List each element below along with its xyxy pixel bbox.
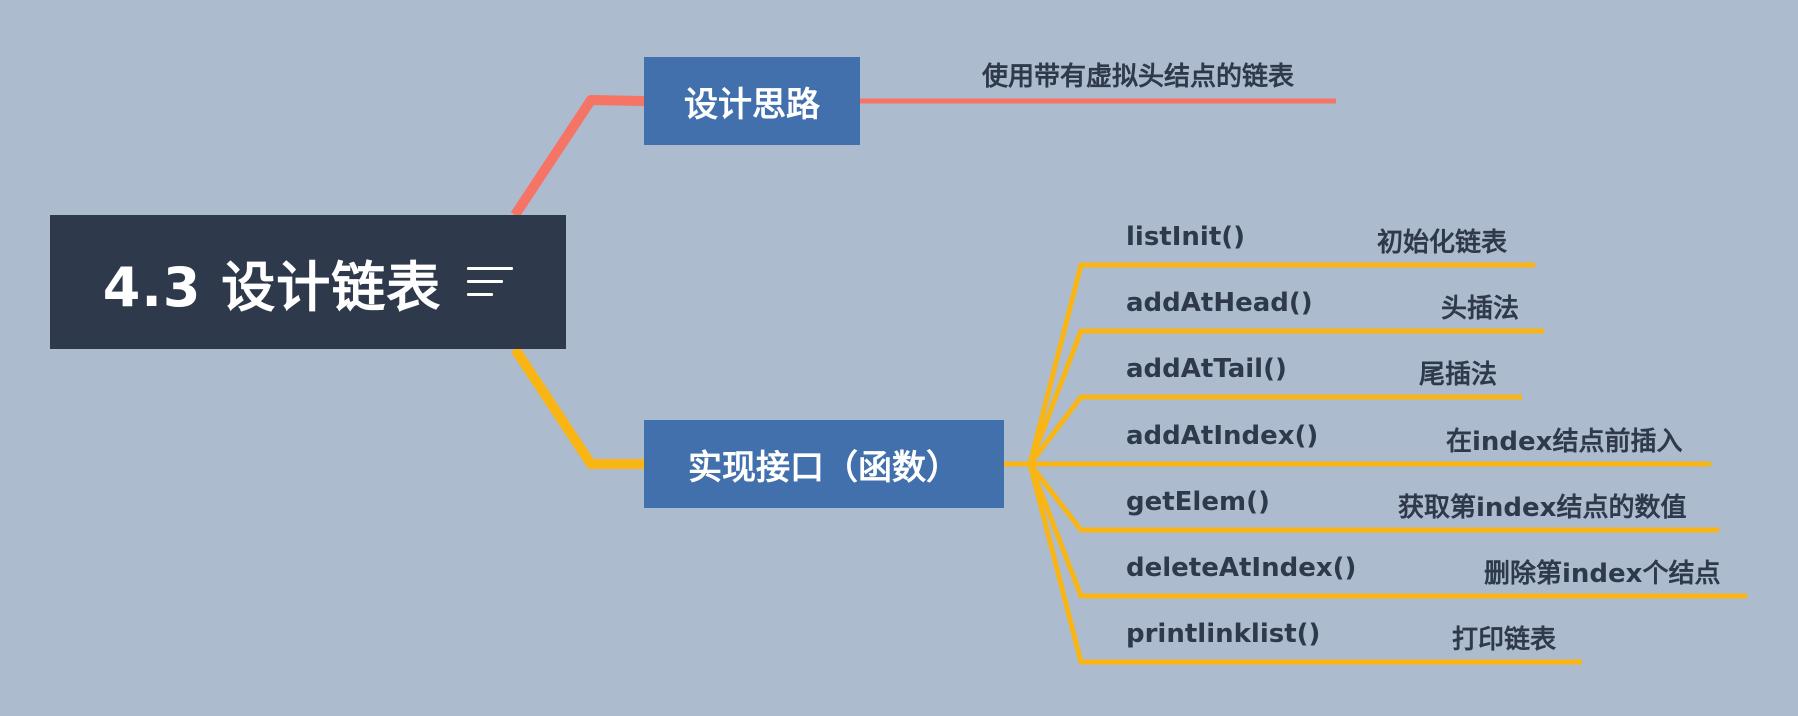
leaf-func-7[interactable]: printlinklist() <box>1126 619 1320 649</box>
leaf-connectors <box>1027 262 1747 665</box>
leaf-desc-2[interactable]: 头插法 <box>1441 288 1519 325</box>
branch-design[interactable]: 设计思路 <box>644 57 860 145</box>
leaf-desc-7[interactable]: 打印链表 <box>1452 619 1556 656</box>
root-title: 4.3 设计链表 <box>102 255 442 319</box>
leaf-desc-4[interactable]: 在index结点前插入 <box>1446 421 1682 458</box>
root-topic[interactable]: 4.3 设计链表 <box>50 215 566 349</box>
leaf-func-4[interactable]: addAtIndex() <box>1126 421 1318 451</box>
leaf-func-1[interactable]: listInit() <box>1126 222 1245 252</box>
menu-lines-icon[interactable] <box>467 264 514 300</box>
leaf-desc-5[interactable]: 获取第index结点的数值 <box>1398 487 1686 524</box>
leaf-func-5[interactable]: getElem() <box>1126 487 1270 517</box>
leaf-func-6[interactable]: deleteAtIndex() <box>1126 553 1356 583</box>
design-note[interactable]: 使用带有虚拟头结点的链表 <box>982 56 1294 93</box>
root-to-interface-connector <box>510 346 644 469</box>
branch-interface[interactable]: 实现接口（函数） <box>644 420 1004 508</box>
connector-lines <box>510 95 1747 665</box>
leaf-func-2[interactable]: addAtHead() <box>1126 288 1313 318</box>
branch-interface-label: 实现接口（函数） <box>688 447 960 488</box>
leaf-desc-3[interactable]: 尾插法 <box>1419 354 1497 391</box>
leaf-desc-1[interactable]: 初始化链表 <box>1377 222 1507 259</box>
branch-design-label: 设计思路 <box>684 84 820 125</box>
leaf-desc-6[interactable]: 删除第index个结点 <box>1484 553 1720 590</box>
leaf-func-3[interactable]: addAtTail() <box>1126 354 1287 384</box>
root-to-design-connector <box>510 95 645 218</box>
